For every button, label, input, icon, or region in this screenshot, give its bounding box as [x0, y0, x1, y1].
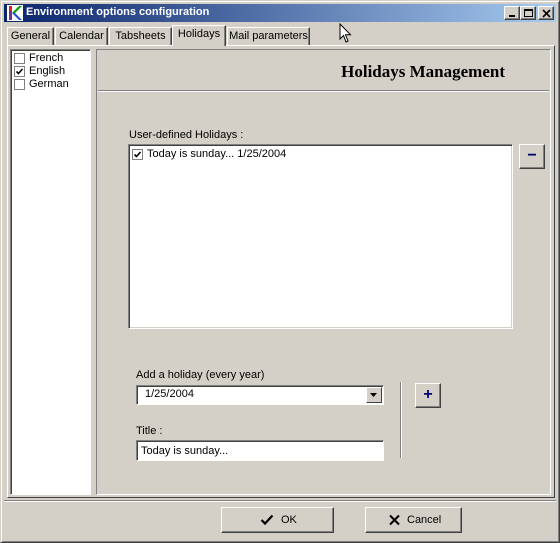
cancel-label: Cancel	[407, 514, 442, 526]
english-checkbox[interactable]	[14, 66, 25, 77]
close-icon	[389, 514, 400, 526]
mouse-pointer-icon	[339, 23, 352, 43]
french-checkbox[interactable]	[14, 53, 25, 64]
holidays-list-label: User-defined Holidays :	[129, 129, 244, 141]
footer-divider	[4, 500, 556, 502]
ok-button[interactable]: OK	[221, 507, 334, 533]
close-icon	[542, 9, 551, 18]
tab-general[interactable]: General	[7, 27, 54, 45]
holiday-date-value: 1/25/2004	[145, 388, 194, 400]
ok-label: OK	[281, 514, 297, 526]
app-icon	[7, 5, 23, 21]
german-checkbox[interactable]	[14, 79, 25, 90]
tab-label: General	[10, 30, 51, 42]
tab-mail-parameters[interactable]: Mail parameters	[227, 27, 310, 45]
remove-holiday-button[interactable]: −	[519, 144, 545, 169]
language-label: English	[29, 65, 66, 77]
chevron-down-icon	[370, 393, 377, 397]
cancel-button[interactable]: Cancel	[365, 507, 462, 533]
checkmark-icon	[15, 68, 24, 75]
holiday-checkbox[interactable]	[132, 149, 143, 160]
holiday-label: Today is sunday... 1/25/2004	[147, 148, 287, 160]
minimize-icon	[509, 15, 515, 17]
title-bar[interactable]: Environment options configuration	[4, 4, 556, 22]
tab-tabsheets[interactable]: Tabsheets	[109, 27, 172, 45]
vertical-divider	[400, 382, 402, 458]
tab-holidays[interactable]: Holidays	[172, 25, 226, 46]
tab-calendar[interactable]: Calendar	[55, 27, 108, 45]
panel-header: Holidays Management	[98, 51, 549, 91]
language-label: French	[29, 52, 64, 64]
window-title: Environment options configuration	[26, 6, 210, 18]
maximize-icon	[524, 9, 533, 17]
title-field-label: Title :	[136, 425, 163, 437]
close-button[interactable]	[538, 6, 554, 20]
checkmark-icon	[260, 514, 274, 526]
add-icon: +	[423, 386, 433, 403]
options-dialog: Environment options configuration Genera…	[0, 0, 560, 543]
dropdown-arrow-button[interactable]	[366, 387, 382, 403]
holidays-list[interactable]: Today is sunday... 1/25/2004	[128, 144, 513, 329]
tab-label: Mail parameters	[229, 30, 308, 42]
add-holiday-label: Add a holiday (every year)	[136, 369, 265, 381]
tab-label: Calendar	[59, 30, 104, 42]
minimize-button[interactable]	[504, 6, 520, 20]
tab-label: Tabsheets	[115, 30, 166, 42]
tab-label: Holidays	[177, 28, 221, 40]
maximize-button[interactable]	[520, 6, 536, 20]
language-list[interactable]: French English German	[10, 49, 91, 495]
checkmark-icon	[133, 151, 142, 158]
remove-icon: −	[527, 147, 537, 164]
language-label: German	[29, 78, 69, 90]
add-holiday-button[interactable]: +	[415, 383, 441, 408]
holiday-date-dropdown[interactable]: 1/25/2004	[136, 385, 384, 405]
page-title: Holidays Management	[341, 62, 505, 81]
holiday-title-input[interactable]	[136, 440, 384, 461]
